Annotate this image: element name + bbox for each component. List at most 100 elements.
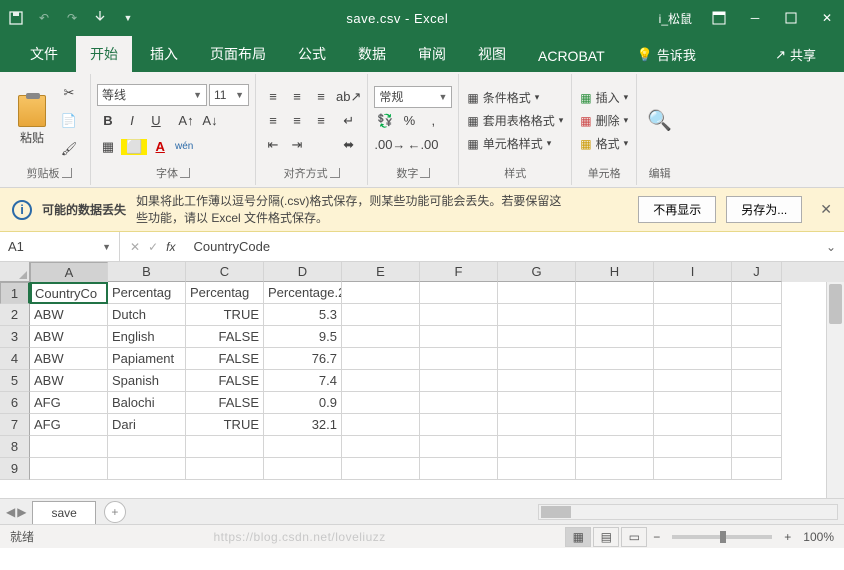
decrease-font-icon[interactable]: A↓ xyxy=(199,110,221,132)
number-format-select[interactable]: 常规▼ xyxy=(374,86,452,108)
cell[interactable] xyxy=(732,282,782,304)
cell[interactable] xyxy=(342,392,420,414)
cell[interactable] xyxy=(420,436,498,458)
format-cells-button[interactable]: ▦格式▾ xyxy=(578,133,630,154)
col-header-a[interactable]: A xyxy=(30,262,108,284)
redo-icon[interactable]: ↷ xyxy=(64,10,80,26)
cell[interactable] xyxy=(654,282,732,304)
cell[interactable] xyxy=(732,326,782,348)
cell[interactable] xyxy=(498,282,576,304)
cell[interactable] xyxy=(420,348,498,370)
col-header-f[interactable]: F xyxy=(420,262,498,282)
cell[interactable]: CountryCo xyxy=(30,282,108,304)
align-left-icon[interactable]: ≡ xyxy=(262,110,284,132)
tab-data[interactable]: 数据 xyxy=(344,36,400,72)
cell[interactable] xyxy=(342,414,420,436)
comma-icon[interactable]: , xyxy=(422,110,444,132)
cell[interactable] xyxy=(186,436,264,458)
font-dialog-icon[interactable] xyxy=(180,168,190,178)
share-button[interactable]: ↗共享 xyxy=(763,37,828,72)
paste-button[interactable]: 粘贴 xyxy=(14,93,50,148)
font-name-select[interactable]: 等线▼ xyxy=(97,84,207,106)
cell[interactable]: Papiament xyxy=(108,348,186,370)
cell[interactable]: Balochi xyxy=(108,392,186,414)
align-top-icon[interactable]: ≡ xyxy=(262,86,284,108)
row-header[interactable]: 9 xyxy=(0,458,30,480)
cell[interactable]: 0.9 xyxy=(264,392,342,414)
cell[interactable] xyxy=(342,326,420,348)
cell[interactable] xyxy=(576,370,654,392)
wrap-text-icon[interactable]: ↵ xyxy=(336,110,361,132)
row-header[interactable]: 4 xyxy=(0,348,30,370)
cell[interactable]: TRUE xyxy=(186,304,264,326)
tab-file[interactable]: 文件 xyxy=(16,36,72,72)
cell[interactable]: FALSE xyxy=(186,348,264,370)
copy-icon[interactable]: 📄 xyxy=(58,110,80,132)
insert-cells-button[interactable]: ▦插入▾ xyxy=(578,87,630,108)
cell[interactable] xyxy=(342,458,420,480)
zoom-value[interactable]: 100% xyxy=(797,530,834,544)
cell[interactable] xyxy=(654,304,732,326)
cell[interactable]: FALSE xyxy=(186,326,264,348)
cell[interactable] xyxy=(732,458,782,480)
cell[interactable] xyxy=(654,348,732,370)
cell[interactable]: FALSE xyxy=(186,370,264,392)
cell[interactable] xyxy=(420,326,498,348)
cell[interactable]: AFG xyxy=(30,392,108,414)
cell[interactable] xyxy=(186,458,264,480)
cell[interactable] xyxy=(576,458,654,480)
dismiss-button[interactable]: 不再显示 xyxy=(638,196,716,223)
cell[interactable] xyxy=(498,370,576,392)
font-color-button[interactable]: A xyxy=(149,136,171,158)
cell[interactable] xyxy=(30,436,108,458)
cell[interactable]: ABW xyxy=(30,326,108,348)
row-header[interactable]: 5 xyxy=(0,370,30,392)
align-dialog-icon[interactable] xyxy=(330,168,340,178)
tab-view[interactable]: 视图 xyxy=(464,36,520,72)
name-box[interactable]: A1▼ xyxy=(0,232,120,261)
vertical-scrollbar[interactable] xyxy=(826,282,844,498)
col-header-g[interactable]: G xyxy=(498,262,576,282)
tab-insert[interactable]: 插入 xyxy=(136,36,192,72)
cell[interactable] xyxy=(654,436,732,458)
cell[interactable]: ABW xyxy=(30,348,108,370)
col-header-j[interactable]: J xyxy=(732,262,782,282)
col-header-b[interactable]: B xyxy=(108,262,186,282)
cell[interactable] xyxy=(576,436,654,458)
cell[interactable] xyxy=(108,436,186,458)
number-dialog-icon[interactable] xyxy=(420,168,430,178)
cell[interactable] xyxy=(654,326,732,348)
align-middle-icon[interactable]: ≡ xyxy=(286,86,308,108)
cell[interactable] xyxy=(420,282,498,304)
row-header[interactable]: 7 xyxy=(0,414,30,436)
cell[interactable] xyxy=(420,370,498,392)
expand-formula-bar-icon[interactable]: ⌄ xyxy=(818,240,844,254)
tab-page-layout[interactable]: 页面布局 xyxy=(196,36,280,72)
cell[interactable]: FALSE xyxy=(186,392,264,414)
cell[interactable] xyxy=(576,414,654,436)
cell[interactable]: English xyxy=(108,326,186,348)
underline-button[interactable]: U xyxy=(145,110,167,132)
cell[interactable] xyxy=(576,348,654,370)
cell[interactable] xyxy=(732,392,782,414)
cell-styles-button[interactable]: ▦单元格样式▾ xyxy=(465,133,565,154)
col-header-c[interactable]: C xyxy=(186,262,264,282)
cell[interactable]: Percentag xyxy=(108,282,186,304)
tab-formulas[interactable]: 公式 xyxy=(284,36,340,72)
row-header[interactable]: 2 xyxy=(0,304,30,326)
align-center-icon[interactable]: ≡ xyxy=(286,110,308,132)
cell[interactable] xyxy=(342,282,420,304)
cell[interactable] xyxy=(576,326,654,348)
sheet-tab-save[interactable]: save xyxy=(32,501,95,524)
cell[interactable] xyxy=(576,392,654,414)
ribbon-options-icon[interactable] xyxy=(710,9,728,27)
minimize-icon[interactable]: ─ xyxy=(746,9,764,27)
delete-cells-button[interactable]: ▦删除▾ xyxy=(578,110,630,131)
fill-color-button[interactable]: ⬜ xyxy=(121,136,147,158)
cell[interactable] xyxy=(732,436,782,458)
cell[interactable]: 7.4 xyxy=(264,370,342,392)
zoom-slider[interactable] xyxy=(672,535,772,539)
increase-indent-icon[interactable]: ⇥ xyxy=(286,134,308,156)
border-button[interactable]: ▦ xyxy=(97,136,119,158)
tell-me[interactable]: 💡告诉我 xyxy=(623,37,710,72)
